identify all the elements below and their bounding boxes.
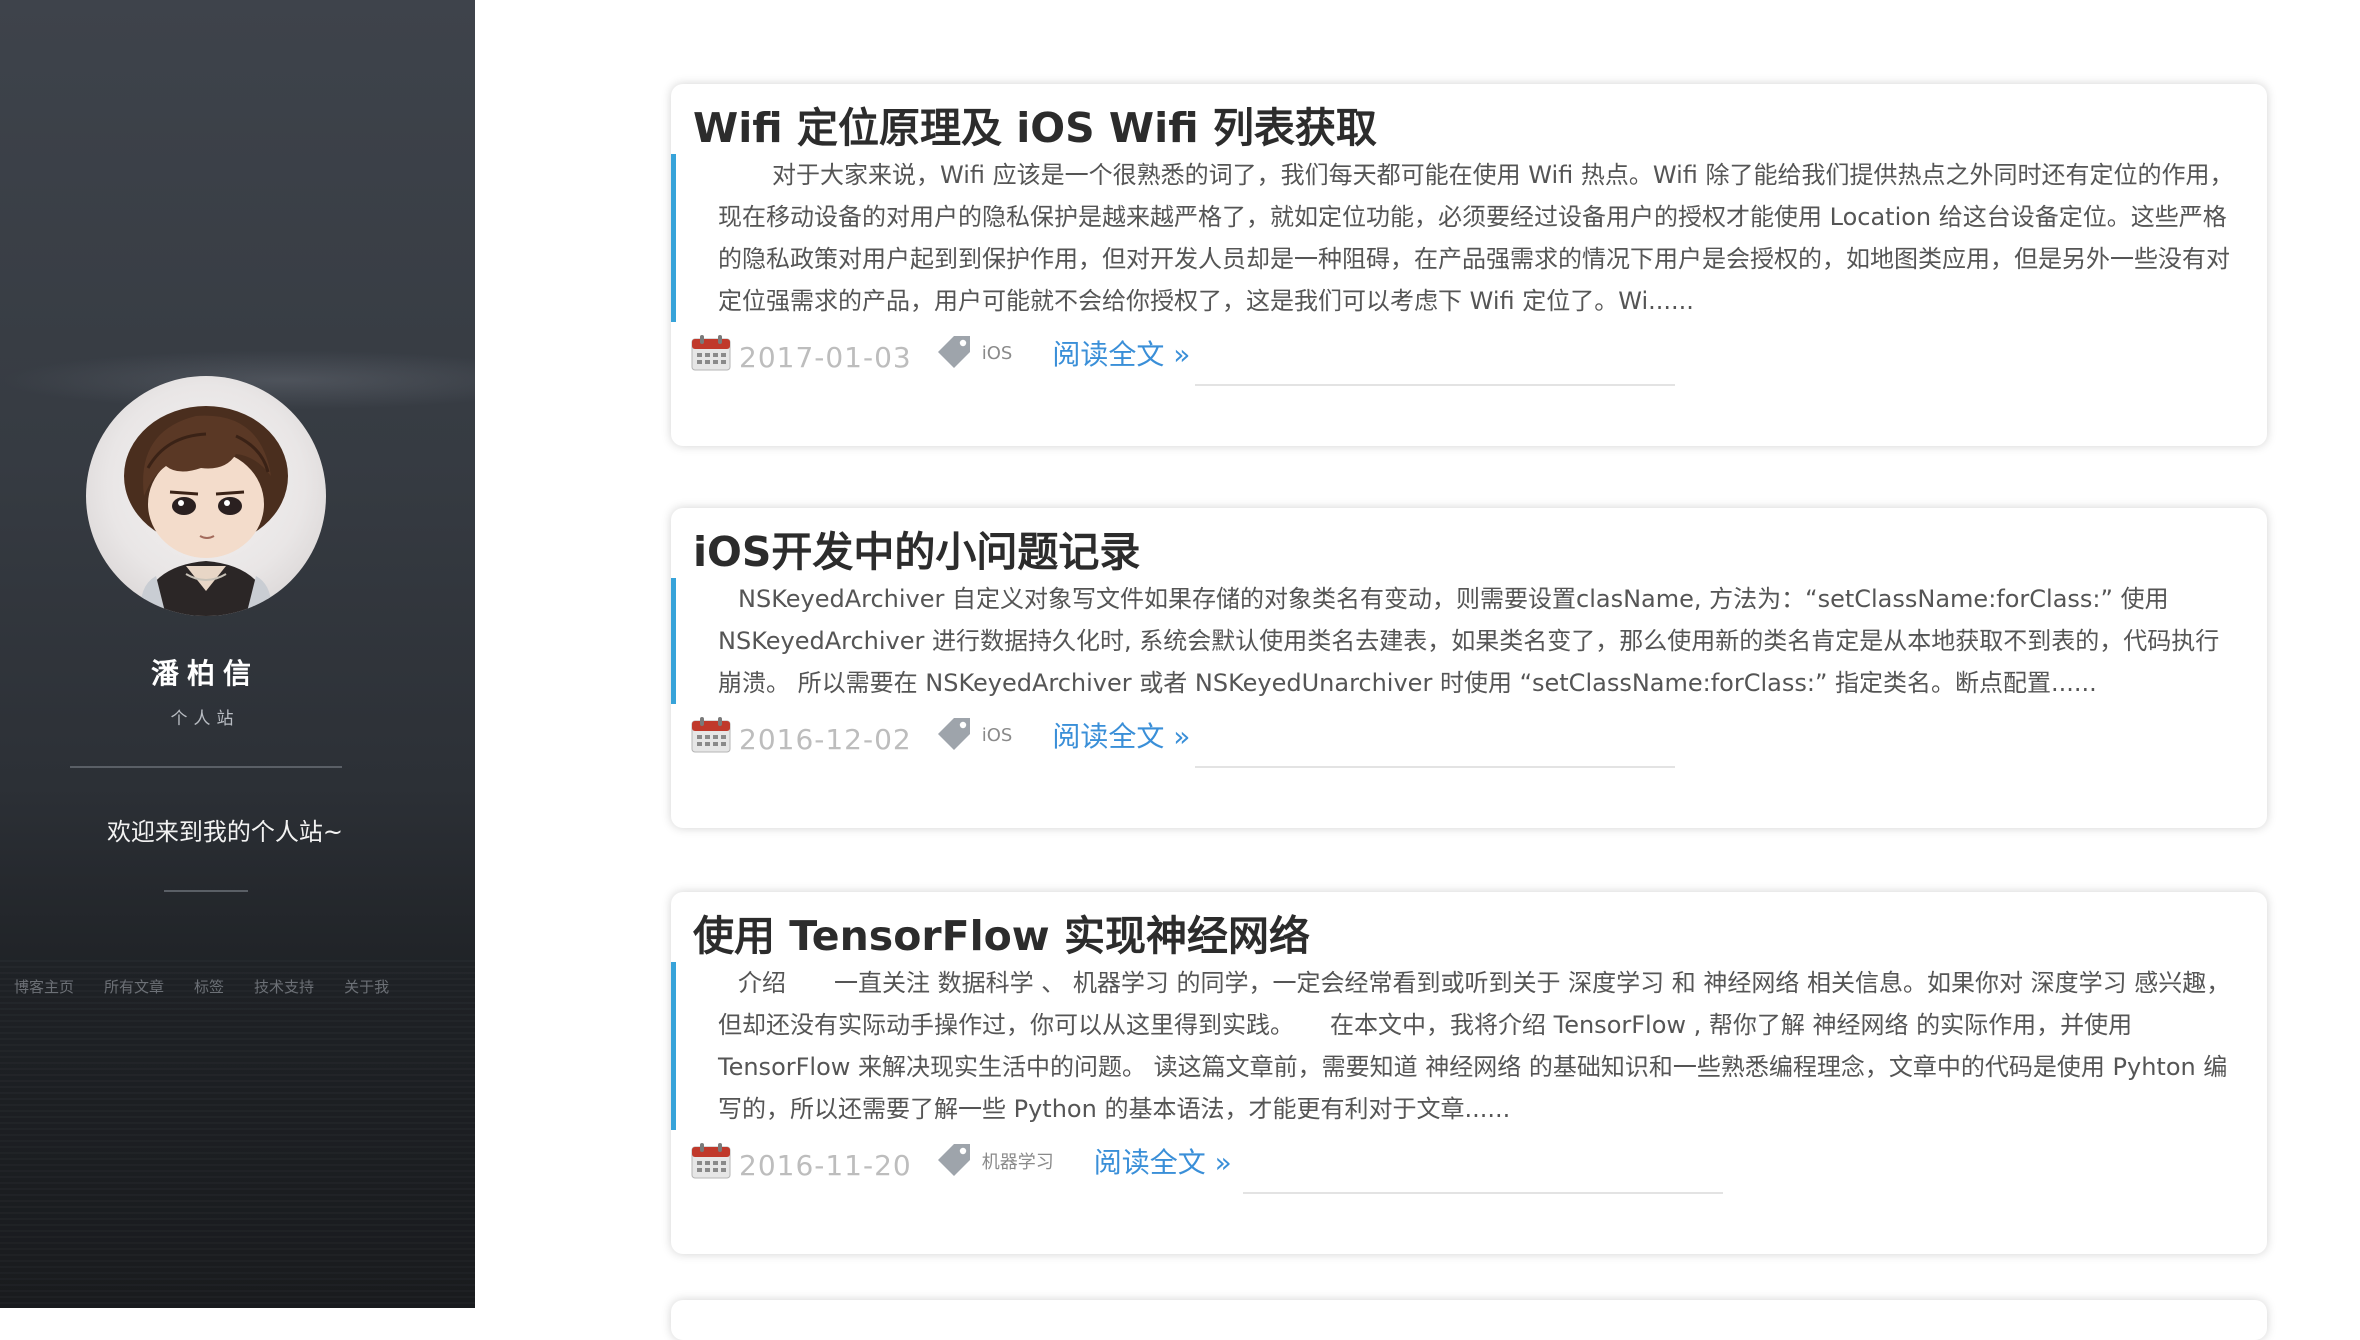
post-excerpt: 介绍 一直关注 数据科学 、 机器学习 的同学，一定会经常看到或听到关于 深度学… [671,962,2251,1130]
post-card: Wifi 定位原理及 iOS Wifi 列表获取 对于大家来说，Wifi 应该是… [671,84,2267,446]
post-tag[interactable]: iOS [982,725,1013,746]
avatar[interactable] [86,376,326,616]
calendar-icon [691,1143,731,1179]
post-title[interactable]: Wifi 定位原理及 iOS Wifi 列表获取 [693,94,1377,154]
post-title[interactable]: 使用 TensorFlow 实现神经网络 [693,902,1310,962]
nav-tech-support[interactable]: 技术支持 [254,976,314,997]
post-meta: 2016-11-20 机器学习 阅读全文 » [691,1138,1232,1184]
post-card-next-peek [671,1300,2267,1340]
post-meta: 2016-12-02 iOS 阅读全文 » [691,712,1190,758]
read-more-underline [1195,384,1675,386]
nav-all-posts[interactable]: 所有文章 [104,976,164,997]
tag-icon [937,1144,970,1176]
post-card: 使用 TensorFlow 实现神经网络 介绍 一直关注 数据科学 、 机器学习… [671,892,2267,1254]
tag-icon [937,718,970,750]
sidebar-divider [70,766,342,768]
welcome-text: 欢迎来到我的个人站~ [106,818,344,846]
tag-icon [937,336,970,368]
owner-name: 潘柏信 [150,657,259,690]
read-more-underline [1195,766,1675,768]
post-meta: 2017-01-03 iOS 阅读全文 » [691,330,1190,376]
post-list: Wifi 定位原理及 iOS Wifi 列表获取 对于大家来说，Wifi 应该是… [475,0,2360,1340]
post-tag[interactable]: iOS [982,343,1013,364]
nav-about[interactable]: 关于我 [344,976,389,997]
post-excerpt: 对于大家来说，Wifi 应该是一个很熟悉的词了，我们每天都可能在使用 Wifi … [671,154,2251,322]
read-more-link[interactable]: 阅读全文 » [1052,333,1190,373]
read-more-link[interactable]: 阅读全文 » [1052,715,1190,755]
sidebar: 潘柏信 个人站 欢迎来到我的个人站~ 博客主页 所有文章 标签 技术支持 关于我 [0,0,475,1308]
post-tag[interactable]: 机器学习 [982,1148,1054,1174]
sidebar-background-sea [0,960,475,1308]
post-excerpt: NSKeyedArchiver 自定义对象写文件如果存储的对象类名有变动，则需要… [671,578,2251,704]
post-date: 2017-01-03 [739,340,912,374]
post-card: iOS开发中的小问题记录 NSKeyedArchiver 自定义对象写文件如果存… [671,508,2267,828]
post-date: 2016-11-20 [739,1148,912,1182]
nav-home[interactable]: 博客主页 [14,976,74,997]
sidebar-divider-short [164,890,248,892]
post-date: 2016-12-02 [739,722,912,756]
read-more-link[interactable]: 阅读全文 » [1094,1141,1232,1181]
calendar-icon [691,335,731,371]
owner-subtitle: 个人站 [170,709,240,729]
nav-tags[interactable]: 标签 [194,976,224,997]
sidebar-nav: 博客主页 所有文章 标签 技术支持 关于我 [14,976,389,997]
post-title[interactable]: iOS开发中的小问题记录 [693,518,1140,578]
calendar-icon [691,717,731,753]
avatar-illustration [124,406,288,616]
read-more-underline [1243,1192,1723,1194]
